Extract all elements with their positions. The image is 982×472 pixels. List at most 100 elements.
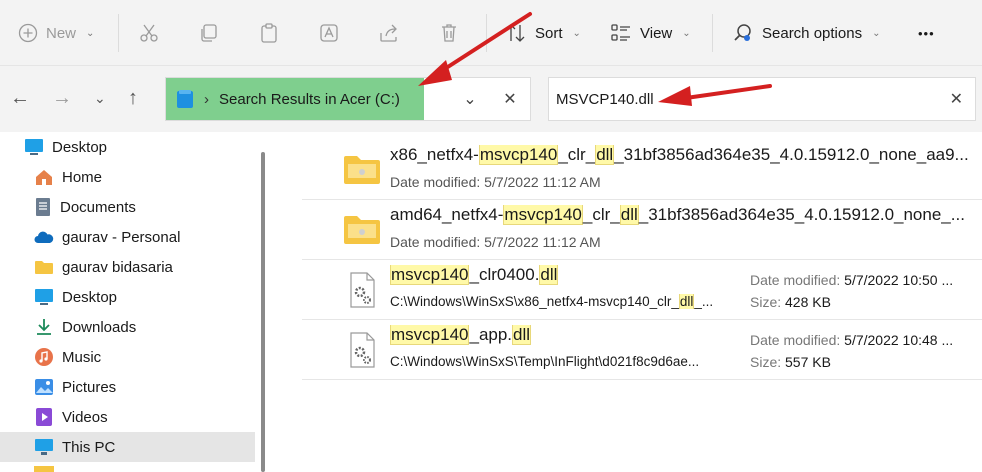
scissors-icon [140, 24, 158, 42]
paste-button[interactable] [258, 18, 280, 48]
result-name: x86_netfx4-msvcp140_clr_dll_31bf3856ad36… [390, 145, 969, 165]
desktop-icon [35, 289, 53, 305]
result-size: Size: 557 KB [750, 354, 831, 370]
address-bar[interactable]: › Search Results in Acer (C:) ⌄ ✕ [165, 77, 531, 121]
sort-button[interactable]: Sort ⌄ [505, 18, 581, 48]
videos-icon [36, 408, 52, 426]
navigation-pane: Desktop Home Documents gaurav - Personal… [0, 132, 270, 472]
sort-icon [506, 24, 525, 42]
search-options-label: Search options [762, 24, 863, 42]
pictures-icon [35, 379, 53, 395]
sidebar-item-label: Desktop [62, 288, 118, 306]
result-name: amd64_netfx4-msvcp140_clr_dll_31bf3856ad… [390, 205, 965, 225]
sidebar-item-videos[interactable]: Videos [34, 402, 108, 432]
chevron-down-icon: ⌄ [682, 27, 691, 39]
search-results-folder-icon [177, 90, 193, 108]
share-icon [380, 24, 397, 42]
view-list-icon [611, 24, 630, 41]
search-results-list: x86_netfx4-msvcp140_clr_dll_31bf3856ad36… [275, 132, 982, 472]
folder-icon [35, 261, 53, 274]
sidebar-item-label: This PC [62, 438, 116, 456]
toolbar-divider [486, 14, 487, 52]
desktop-icon [25, 139, 43, 155]
plus-circle-icon [18, 23, 38, 43]
sidebar-item-label: Videos [62, 408, 108, 426]
search-box[interactable]: MSVCP140.dll ✕ [548, 77, 976, 121]
download-icon [37, 319, 51, 335]
search-options-icon [734, 24, 751, 41]
search-options-button[interactable]: Search options ⌄ [732, 18, 880, 48]
result-path: C:\Windows\WinSxS\x86_netfx4-msvcp140_cl… [390, 294, 714, 309]
music-icon [35, 348, 53, 366]
back-arrow-icon[interactable]: ← [10, 88, 30, 108]
navigation-bar: ← → ⌄ ↑ › Search Results in Acer (C:) ⌄ … [0, 66, 982, 132]
view-label: View [640, 24, 673, 42]
sidebar-item-label: gaurav bidasaria [62, 258, 173, 276]
search-input[interactable]: MSVCP140.dll [556, 91, 654, 108]
documents-icon [36, 198, 50, 216]
sidebar-item-desktop[interactable]: Desktop [34, 282, 117, 312]
sidebar-item-pictures[interactable]: Pictures [34, 372, 116, 402]
sidebar-item-home[interactable]: Home [34, 162, 102, 192]
copy-icon [201, 24, 217, 42]
sidebar-item-label: Pictures [62, 378, 117, 396]
sidebar-scrollbar[interactable] [261, 152, 265, 472]
pc-icon [35, 439, 53, 455]
sidebar-item-music[interactable]: Music [34, 342, 101, 372]
result-date-modified: Date modified: 5/7/2022 11:12 AM [390, 234, 601, 250]
new-button[interactable]: New ⌄ [18, 18, 94, 48]
list-item[interactable]: x86_netfx4-msvcp140_clr_dll_31bf3856ad36… [302, 140, 982, 200]
result-size: Size: 428 KB [750, 294, 831, 310]
up-arrow-icon[interactable]: ↑ [128, 88, 138, 108]
result-path: C:\Windows\WinSxS\Temp\InFlight\d021f8c9… [390, 354, 700, 369]
dll-file-icon [350, 332, 375, 368]
sidebar-item-onedrive[interactable]: gaurav - Personal [34, 222, 180, 252]
cut-button[interactable] [138, 18, 160, 48]
clear-search-icon[interactable]: ✕ [950, 89, 963, 109]
sidebar-item-partial [34, 466, 54, 472]
address-dropdown-icon[interactable]: ⌄ [450, 89, 490, 109]
list-item[interactable]: msvcp140_app.dll C:\Windows\WinSxS\Temp\… [302, 320, 982, 380]
more-button[interactable]: ••• [918, 18, 935, 48]
result-name: msvcp140_app.dll [390, 325, 532, 345]
sort-label: Sort [535, 24, 563, 42]
home-icon [36, 170, 52, 185]
command-bar: New ⌄ Sort ⌄ View ⌄ Search options ⌄ ••• [0, 0, 982, 66]
delete-button[interactable] [438, 18, 460, 48]
sidebar-item-label: Music [62, 348, 102, 366]
chevron-down-icon: ⌄ [872, 27, 881, 39]
rename-icon [320, 24, 338, 42]
sidebar-item-label: Home [62, 168, 103, 186]
result-date-modified: Date modified: 5/7/2022 10:50 ... [750, 272, 954, 288]
view-button[interactable]: View ⌄ [610, 18, 691, 48]
sidebar-item-label: Desktop [52, 138, 108, 156]
sidebar-item-downloads[interactable]: Downloads [34, 312, 136, 342]
sidebar-item-this-pc[interactable]: This PC [0, 432, 255, 462]
sidebar-item-user-folder[interactable]: gaurav bidasaria [34, 252, 173, 282]
list-item[interactable]: msvcp140_clr0400.dll C:\Windows\WinSxS\x… [302, 260, 982, 320]
close-search-icon[interactable]: ✕ [490, 89, 530, 109]
result-name: msvcp140_clr0400.dll [390, 265, 559, 285]
forward-arrow-icon[interactable]: → [52, 88, 72, 108]
trash-icon [442, 24, 456, 42]
breadcrumb-location[interactable]: Search Results in Acer (C:) [219, 91, 400, 108]
copy-button[interactable] [198, 18, 220, 48]
result-date-modified: Date modified: 5/7/2022 10:48 ... [750, 332, 954, 348]
sidebar-item-desktop-root[interactable]: Desktop [24, 132, 107, 162]
chevron-down-icon: ⌄ [572, 27, 581, 39]
new-label: New [46, 24, 77, 42]
sidebar-item-label: Downloads [62, 318, 137, 336]
more-icon: ••• [918, 25, 935, 41]
share-button[interactable] [378, 18, 400, 48]
sidebar-item-label: Documents [60, 198, 136, 216]
folder-icon [344, 216, 380, 244]
list-item[interactable]: amd64_netfx4-msvcp140_clr_dll_31bf3856ad… [302, 200, 982, 260]
chevron-down-icon: ⌄ [86, 27, 95, 39]
recent-locations-chevron-icon[interactable]: ⌄ [94, 88, 106, 108]
rename-button[interactable] [318, 18, 340, 48]
sidebar-item-documents[interactable]: Documents [34, 192, 136, 222]
toolbar-divider [118, 14, 119, 52]
toolbar-divider [712, 14, 713, 52]
folder-icon [344, 156, 380, 184]
result-date-modified: Date modified: 5/7/2022 11:12 AM [390, 174, 601, 190]
